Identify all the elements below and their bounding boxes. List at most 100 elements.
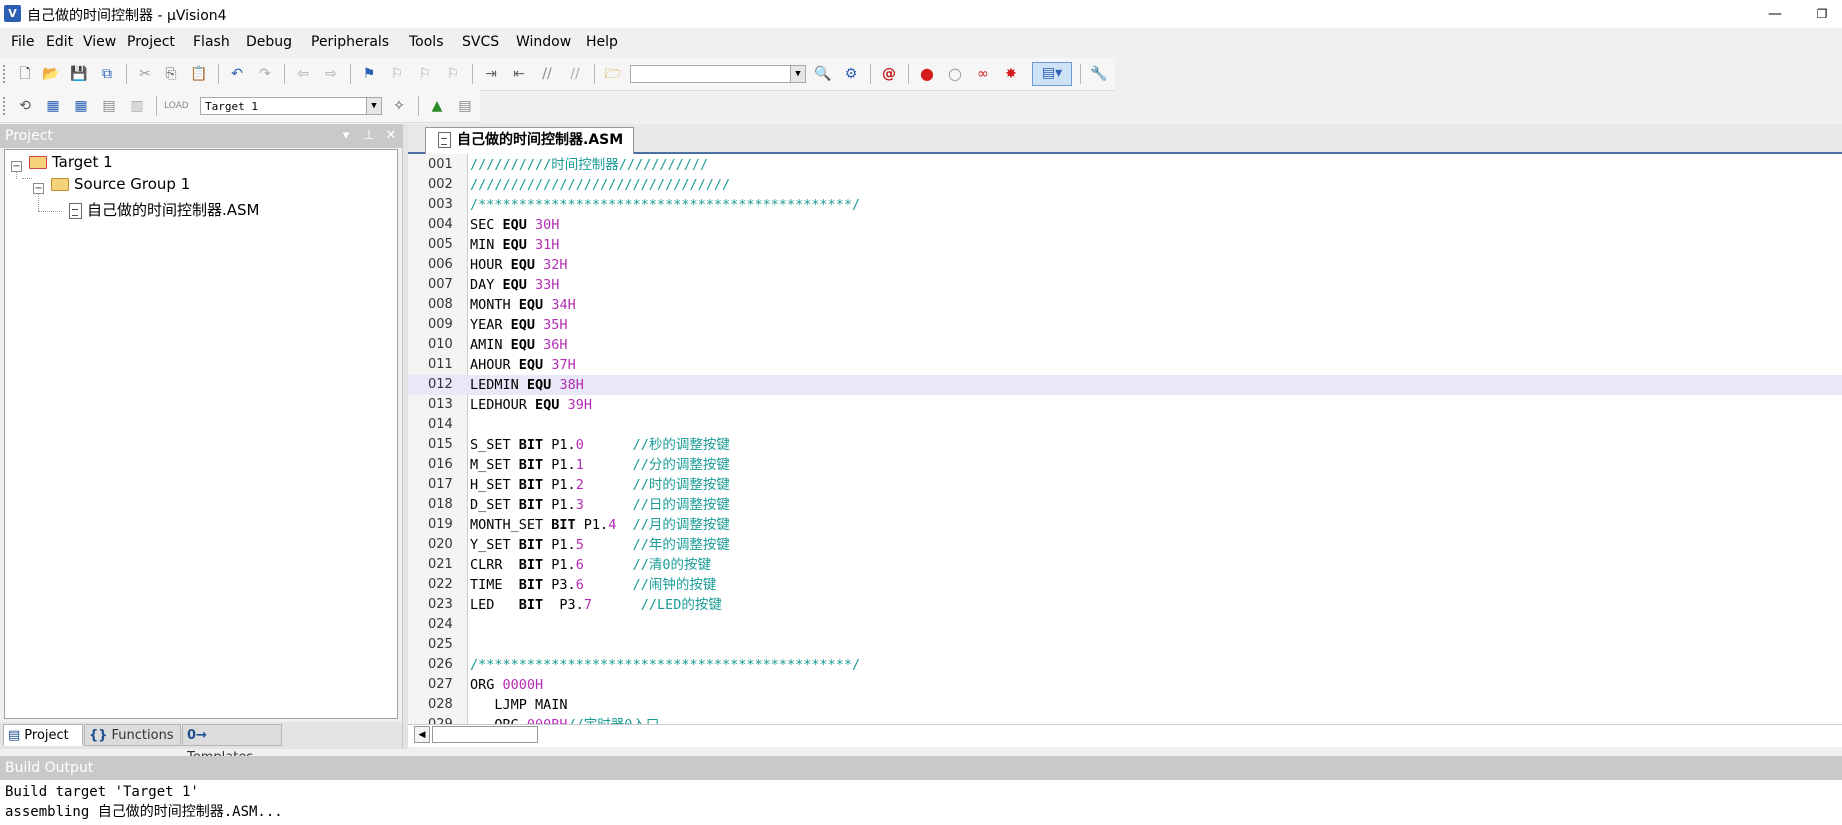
disable-all-breakpoints-icon[interactable]: ∞ (972, 64, 994, 84)
find-icon[interactable]: 🔍 (812, 64, 834, 84)
find-in-files-icon[interactable]: 🗁 (602, 64, 624, 84)
translate-icon[interactable]: ⟲ (14, 96, 36, 116)
configure-icon[interactable]: 🔧 (1088, 64, 1110, 84)
menu-svcs[interactable]: SVCS (462, 34, 499, 50)
new-file-icon[interactable]: 🗋 (14, 64, 36, 84)
code-line[interactable]: 021 CLRR BIT P1.6 //清0的按键 (408, 555, 1842, 575)
restore-button[interactable]: ❐ (1807, 4, 1837, 24)
build-icon[interactable]: ▦ (42, 96, 64, 116)
code-line[interactable]: 012 LEDMIN EQU 38H (408, 375, 1842, 395)
code-line[interactable]: 004 SEC EQU 30H (408, 215, 1842, 235)
build-output-body[interactable]: Build target 'Target 1' assembling 自己做的时… (0, 780, 1842, 825)
select-packs-icon[interactable]: ▤ (454, 96, 476, 116)
toolbar-grip[interactable] (3, 65, 8, 83)
menu-tools[interactable]: Tools (409, 34, 444, 50)
uncomment-icon[interactable]: // (564, 64, 586, 84)
code-line[interactable]: 018 D_SET BIT P1.3 //日的调整按键 (408, 495, 1842, 515)
indent-icon[interactable]: ⇥ (480, 64, 502, 84)
code-line[interactable]: 014 (408, 415, 1842, 435)
code-line[interactable]: 029 ORG 000BH//定时器0入口 (408, 715, 1842, 724)
save-all-icon[interactable]: ⧉ (96, 64, 118, 84)
next-bookmark-icon[interactable]: ⚐ (414, 64, 436, 84)
batch-build-icon[interactable]: ▤ (98, 96, 120, 116)
stop-build-icon[interactable]: ▥ (126, 96, 148, 116)
menu-peripherals[interactable]: Peripherals (311, 34, 389, 50)
code-line[interactable]: 006 HOUR EQU 32H (408, 255, 1842, 275)
editor-tab-active[interactable]: 自己做的时间控制器.ASM (425, 127, 635, 154)
tab-functions[interactable]: {} Functions (84, 724, 181, 746)
forward-icon[interactable]: ⇨ (320, 64, 342, 84)
code-line[interactable]: 003 /************************************… (408, 195, 1842, 215)
copy-icon[interactable]: ⎘ (160, 64, 182, 84)
code-line[interactable]: 024 (408, 615, 1842, 635)
panel-menu-icon[interactable]: ▾ (338, 127, 354, 145)
save-icon[interactable]: 💾 (68, 64, 90, 84)
code-line[interactable]: 002 //////////////////////////////// (408, 175, 1842, 195)
code-line[interactable]: 017 H_SET BIT P1.2 //时的调整按键 (408, 475, 1842, 495)
code-line[interactable]: 010 AMIN EQU 36H (408, 335, 1842, 355)
menu-view[interactable]: View (83, 34, 116, 50)
clear-bookmarks-icon[interactable]: ⚐ (442, 64, 464, 84)
menu-help[interactable]: Help (586, 34, 618, 50)
code-line[interactable]: 009 YEAR EQU 35H (408, 315, 1842, 335)
prev-bookmark-icon[interactable]: ⚐ (386, 64, 408, 84)
menu-project[interactable]: Project (127, 34, 175, 50)
menu-debug[interactable]: Debug (246, 34, 292, 50)
tab-project[interactable]: ▤ Project (3, 724, 83, 746)
target-options-icon[interactable]: ✧ (388, 96, 410, 116)
tree-item-file[interactable]: 自己做的时间控制器.ASM (69, 199, 260, 221)
manage-components-icon[interactable]: ▲ (426, 96, 448, 116)
unindent-icon[interactable]: ⇤ (508, 64, 530, 84)
scroll-left-icon[interactable]: ◀ (414, 726, 430, 743)
find-combo[interactable]: ▼ (630, 65, 806, 83)
window-layout-icon[interactable]: ▤▾ (1032, 62, 1072, 86)
code-line[interactable]: 016 M_SET BIT P1.1 //分的调整按键 (408, 455, 1842, 475)
redo-icon[interactable]: ↷ (254, 64, 276, 84)
tree-collapse-target[interactable]: − (11, 161, 22, 172)
code-line[interactable]: 005 MIN EQU 31H (408, 235, 1842, 255)
code-line[interactable]: 015 S_SET BIT P1.0 //秒的调整按键 (408, 435, 1842, 455)
bookmark-icon[interactable]: ⚑ (358, 64, 380, 84)
scroll-thumb[interactable] (432, 726, 538, 743)
tree-collapse-group[interactable]: − (33, 183, 44, 194)
kill-all-breakpoints-icon[interactable]: ✸ (1000, 64, 1022, 84)
code-line[interactable]: 011 AHOUR EQU 37H (408, 355, 1842, 375)
tab-templates[interactable]: 0→Templates (182, 724, 282, 765)
disable-breakpoint-icon[interactable]: ○ (944, 64, 966, 84)
tree-item-source-group[interactable]: Source Group 1 (51, 173, 190, 195)
code-line[interactable]: 023 LED BIT P3.7 //LED的按键 (408, 595, 1842, 615)
open-folder-icon[interactable]: 📂 (40, 64, 62, 84)
toolbar-grip[interactable] (3, 97, 8, 115)
code-line[interactable]: 026 /************************************… (408, 655, 1842, 675)
cut-icon[interactable]: ✂ (134, 64, 156, 84)
code-line[interactable]: 019 MONTH_SET BIT P1.4 //月的调整按键 (408, 515, 1842, 535)
code-editor[interactable]: 001 //////////时间控制器/////////// 002 ////////… (408, 154, 1842, 724)
horizontal-scrollbar[interactable] (408, 724, 1842, 747)
code-line[interactable]: 007 DAY EQU 33H (408, 275, 1842, 295)
code-line[interactable]: 025 (408, 635, 1842, 655)
rebuild-icon[interactable]: ▦ (70, 96, 92, 116)
code-line[interactable]: 013 LEDHOUR EQU 39H (408, 395, 1842, 415)
start-debug-icon[interactable]: @ (878, 64, 900, 84)
comment-icon[interactable]: // (536, 64, 558, 84)
code-line[interactable]: 008 MONTH EQU 34H (408, 295, 1842, 315)
code-line[interactable]: 020 Y_SET BIT P1.5 //年的调整按键 (408, 535, 1842, 555)
download-icon[interactable]: LOAD (164, 96, 189, 116)
code-line[interactable]: 001 //////////时间控制器/////////// (408, 155, 1842, 175)
back-icon[interactable]: ⇦ (292, 64, 314, 84)
target-select[interactable]: Target 1 ▼ (200, 97, 382, 115)
code-line[interactable]: 022 TIME BIT P3.6 //闹钟的按键 (408, 575, 1842, 595)
panel-pin-icon[interactable]: ⊥ (361, 127, 377, 145)
panel-close-icon[interactable]: ✕ (383, 127, 399, 145)
tree-item-target[interactable]: Target 1 (29, 151, 113, 173)
menu-edit[interactable]: Edit (46, 34, 73, 50)
menu-file[interactable]: File (11, 34, 34, 50)
menu-window[interactable]: Window (516, 34, 571, 50)
menu-flash[interactable]: Flash (193, 34, 230, 50)
incremental-find-icon[interactable]: ⚙ (840, 64, 862, 84)
code-line[interactable]: 028 LJMP MAIN (408, 695, 1842, 715)
breakpoint-icon[interactable]: ● (916, 64, 938, 84)
code-line[interactable]: 027 ORG 0000H (408, 675, 1842, 695)
paste-icon[interactable]: 📋 (188, 64, 210, 84)
undo-icon[interactable]: ↶ (226, 64, 248, 84)
